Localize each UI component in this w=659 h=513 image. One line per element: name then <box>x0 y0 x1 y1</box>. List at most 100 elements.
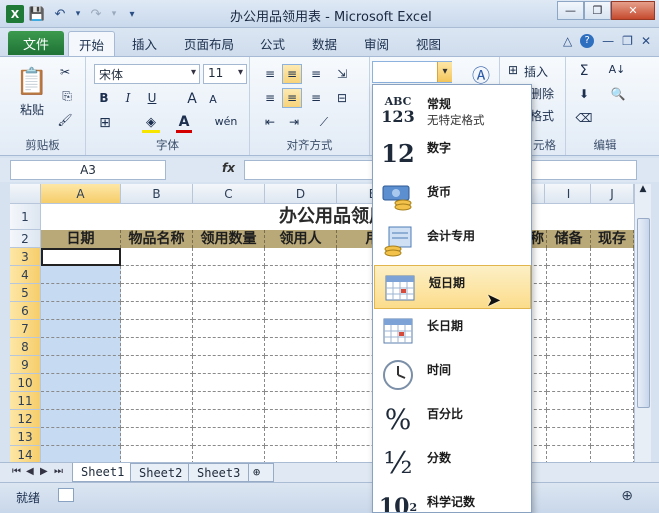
clear-icon[interactable]: ⌫ <box>576 111 593 125</box>
save-icon[interactable]: 💾 <box>27 4 47 24</box>
menu-item-percentage[interactable]: % 百分比 <box>373 397 531 441</box>
redo-icon[interactable]: ↷ <box>86 4 106 24</box>
tab-file[interactable]: 文件 <box>8 31 64 55</box>
align-bottom-icon[interactable]: ≡ <box>306 64 326 84</box>
column-header-c[interactable]: C <box>193 184 265 204</box>
table-cell[interactable] <box>41 284 121 302</box>
table-cell[interactable] <box>121 428 193 446</box>
tab-review[interactable]: 审阅 <box>364 34 389 53</box>
menu-item-fraction[interactable]: ½ 分数 <box>373 441 531 485</box>
table-cell[interactable] <box>547 428 591 446</box>
grow-font-button[interactable]: A <box>184 91 200 107</box>
table-cell[interactable] <box>265 338 337 356</box>
decrease-indent-icon[interactable]: ⇤ <box>260 112 280 132</box>
shrink-font-button[interactable]: A <box>206 93 220 106</box>
scroll-up-icon[interactable]: ▲ <box>635 184 651 194</box>
table-cell[interactable] <box>41 410 121 428</box>
align-right-icon[interactable]: ≡ <box>306 88 326 108</box>
vertical-scrollbar[interactable]: ▲ <box>634 184 651 462</box>
row-header-10[interactable]: 10 <box>10 374 41 392</box>
menu-item-number[interactable]: 12 数字 <box>373 131 531 175</box>
header-cell-stock[interactable]: 现存 <box>591 230 634 248</box>
merge-center-icon[interactable]: ⊟ <box>332 88 352 108</box>
header-cell-recipient[interactable]: 领用人 <box>265 230 337 248</box>
align-center-icon[interactable]: ≡ <box>282 88 302 108</box>
copy-icon[interactable]: ⎘ <box>56 89 78 104</box>
table-cell[interactable] <box>547 374 591 392</box>
row-header-14[interactable]: 14 <box>10 446 41 462</box>
column-header-i[interactable]: I <box>547 184 591 204</box>
table-cell[interactable] <box>121 320 193 338</box>
table-cell[interactable] <box>547 284 591 302</box>
font-size-combo[interactable]: 11 <box>203 64 247 84</box>
sheet-tab-3[interactable]: Sheet3 <box>188 463 250 482</box>
minimize-workbook-icon[interactable]: — <box>602 34 614 48</box>
row-header-5[interactable]: 5 <box>10 284 41 302</box>
table-cell[interactable] <box>121 284 193 302</box>
table-cell[interactable] <box>591 302 634 320</box>
wrap-text-icon[interactable]: ⇲ <box>332 64 352 84</box>
header-cell-reserve[interactable]: 储备 <box>547 230 591 248</box>
table-cell[interactable] <box>547 266 591 284</box>
column-header-j[interactable]: J <box>591 184 634 204</box>
minimize-button[interactable]: — <box>557 1 584 20</box>
excel-app-icon[interactable]: X <box>6 5 24 23</box>
macro-record-icon[interactable] <box>58 488 74 502</box>
chevron-down-icon[interactable]: ▾ <box>109 4 119 24</box>
menu-item-general[interactable]: ABC 123 常规 无特定格式 <box>373 87 531 131</box>
table-cell[interactable] <box>547 338 591 356</box>
table-cell[interactable] <box>121 266 193 284</box>
border-icon[interactable]: ⊞ <box>96 115 114 131</box>
table-cell[interactable] <box>121 374 193 392</box>
tab-insert[interactable]: 插入 <box>132 34 157 53</box>
select-all-corner[interactable] <box>10 184 41 204</box>
table-cell[interactable] <box>591 266 634 284</box>
table-cell[interactable] <box>193 284 265 302</box>
table-cell[interactable] <box>41 320 121 338</box>
table-cell[interactable] <box>193 428 265 446</box>
tab-view[interactable]: 视图 <box>416 34 441 53</box>
cut-icon[interactable]: ✂ <box>56 65 74 79</box>
table-cell[interactable] <box>265 410 337 428</box>
row-header-13[interactable]: 13 <box>10 428 41 446</box>
table-cell[interactable] <box>591 410 634 428</box>
fill-icon[interactable]: ⬇ <box>576 87 592 101</box>
table-cell[interactable] <box>547 392 591 410</box>
table-cell[interactable] <box>193 338 265 356</box>
first-sheet-icon[interactable]: ⏮ <box>12 466 21 477</box>
align-left-icon[interactable]: ≡ <box>260 88 280 108</box>
maximize-button[interactable]: ❐ <box>584 1 611 20</box>
scroll-thumb[interactable] <box>637 218 650 408</box>
collapse-ribbon-icon[interactable]: △ <box>563 34 572 48</box>
menu-item-time[interactable]: 时间 <box>373 353 531 397</box>
row-header-2[interactable]: 2 <box>10 230 41 248</box>
row-header-1[interactable]: 1 <box>10 204 41 230</box>
table-cell[interactable] <box>265 428 337 446</box>
column-header-a[interactable]: A <box>41 184 121 204</box>
table-cell[interactable] <box>265 374 337 392</box>
table-cell[interactable] <box>41 356 121 374</box>
table-cell[interactable] <box>265 266 337 284</box>
table-cell[interactable] <box>121 392 193 410</box>
header-cell-quantity[interactable]: 领用数量 <box>193 230 265 248</box>
restore-workbook-icon[interactable]: ❐ <box>622 34 633 48</box>
table-cell[interactable] <box>265 248 337 266</box>
table-cell[interactable] <box>193 266 265 284</box>
font-color-button[interactable]: A <box>176 114 192 133</box>
table-cell[interactable] <box>193 392 265 410</box>
table-cell[interactable] <box>121 410 193 428</box>
table-cell[interactable] <box>265 302 337 320</box>
table-cell[interactable] <box>193 302 265 320</box>
sheet-tab-1[interactable]: Sheet1 <box>72 463 134 482</box>
table-cell[interactable] <box>547 446 591 462</box>
row-header-9[interactable]: 9 <box>10 356 41 374</box>
table-cell[interactable] <box>41 302 121 320</box>
row-header-7[interactable]: 7 <box>10 320 41 338</box>
table-cell[interactable] <box>41 338 121 356</box>
table-cell[interactable] <box>121 446 193 462</box>
table-cell[interactable] <box>121 248 193 266</box>
table-cell[interactable] <box>547 302 591 320</box>
menu-item-short-date[interactable]: 短日期 <box>374 265 531 309</box>
increase-indent-icon[interactable]: ⇥ <box>284 112 304 132</box>
column-header-d[interactable]: D <box>265 184 337 204</box>
